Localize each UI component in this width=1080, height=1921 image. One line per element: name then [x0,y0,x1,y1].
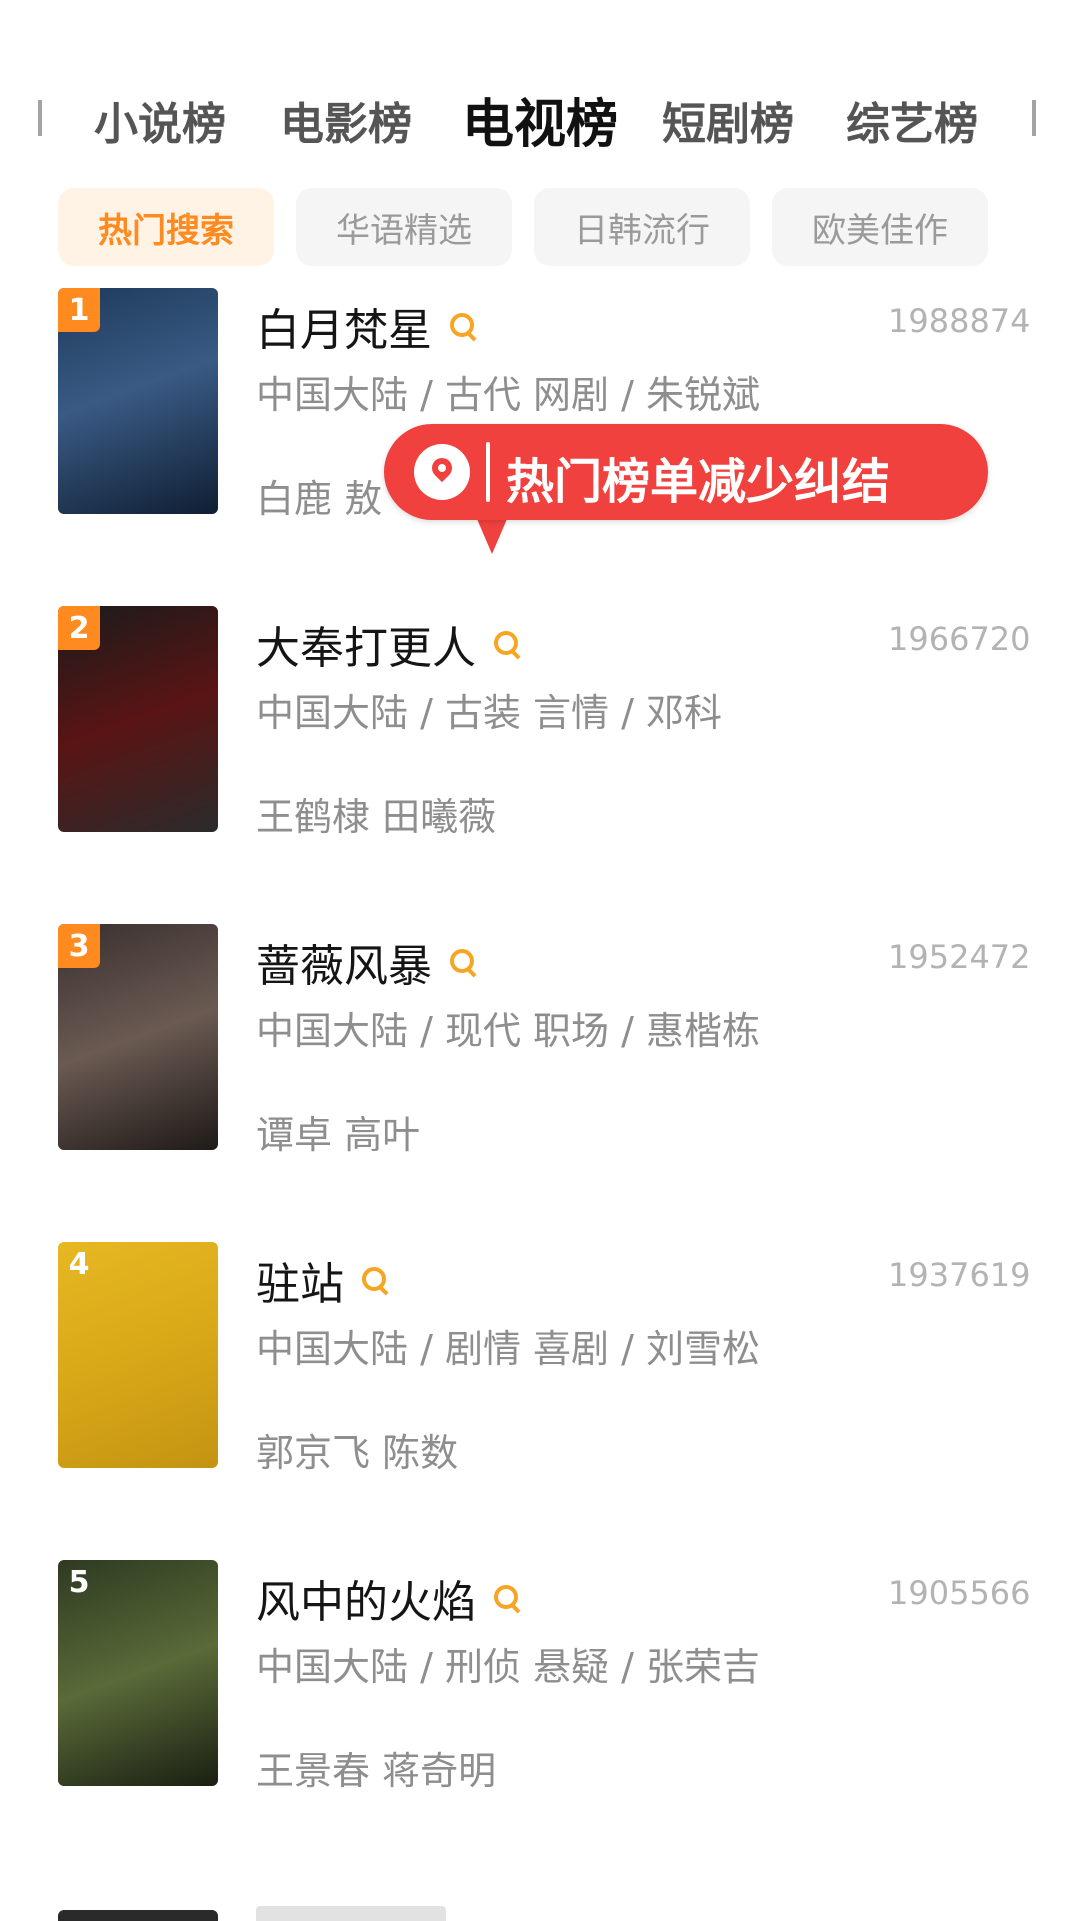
poster-image[interactable]: 3 [58,924,218,1150]
search-icon[interactable] [448,311,478,341]
tab-overflow-right [1032,100,1046,136]
item-title-row: 大奉打更人 [256,612,522,676]
tab-short-drama[interactable]: 短剧榜 [662,88,794,152]
overlay-text: 热门榜单减少纠结 [506,454,891,510]
tab-novel[interactable]: 小说榜 [94,88,226,152]
poster-image[interactable]: 5 [58,1560,218,1786]
item-title-partial [256,1906,446,1921]
item-title[interactable]: 风中的火焰 [256,1566,476,1630]
overlay-divider [486,442,490,502]
rank-badge: 3 [58,924,100,968]
poster-image[interactable]: 4 [58,1242,218,1468]
item-cast: 王景春 蒋奇明 [256,1749,497,1793]
poster-image-partial[interactable] [58,1910,218,1921]
item-title[interactable]: 白月梵星 [256,294,432,358]
item-score: 1905566 [888,1574,1031,1612]
item-title-row: 驻站 [256,1248,390,1312]
tab-movie[interactable]: 电影榜 [280,88,412,152]
item-cast: 郭京飞 陈数 [256,1431,459,1475]
search-icon[interactable] [360,1265,390,1295]
list-item[interactable]: 2 大奉打更人 1966720 中国大陆 / 古装 言情 / 邓科 王鹤棣 田曦… [0,606,1080,906]
item-title[interactable]: 驻站 [256,1248,344,1312]
tab-overflow-left [38,100,52,136]
item-meta: 中国大陆 / 现代 职场 / 惠楷栋 [256,1009,761,1053]
overlay-bubble: 热门榜单减少纠结 [384,424,988,520]
tab-variety[interactable]: 综艺榜 [846,88,978,152]
item-title-row: 风中的火焰 [256,1566,522,1630]
item-score: 1966720 [888,620,1031,658]
item-title[interactable]: 蔷薇风暴 [256,930,432,994]
poster-image[interactable]: 2 [58,606,218,832]
list-item[interactable]: 5 风中的火焰 1905566 中国大陆 / 刑侦 悬疑 / 张荣吉 王景春 蒋… [0,1560,1080,1860]
app-screen: 小说榜 电影榜 电视榜 短剧榜 综艺榜 热门搜索 华语精选 日韩流行 欧美佳作 … [0,0,1080,1921]
search-icon[interactable] [448,947,478,977]
rank-badge: 4 [68,1246,90,1282]
item-cast: 谭卓 高叶 [256,1113,421,1157]
list-item[interactable]: 3 蔷薇风暴 1952472 中国大陆 / 现代 职场 / 惠楷栋 谭卓 高叶 [0,924,1080,1224]
chip-hot-search[interactable]: 热门搜索 [58,188,274,266]
item-score: 1937619 [888,1256,1031,1294]
search-icon[interactable] [492,1583,522,1613]
item-score: 1988874 [888,302,1031,340]
item-meta: 中国大陆 / 剧情 喜剧 / 刘雪松 [256,1327,761,1371]
rank-badge: 2 [58,606,100,650]
chip-jk-popular[interactable]: 日韩流行 [534,188,750,266]
item-title-row: 白月梵星 [256,294,478,358]
category-tabs: 小说榜 电影榜 电视榜 短剧榜 综艺榜 [0,82,1080,158]
tab-tv[interactable]: 电视榜 [462,82,618,157]
item-cast: 王鹤棣 田曦薇 [256,795,497,839]
item-meta: 中国大陆 / 刑侦 悬疑 / 张荣吉 [256,1645,761,1689]
item-title-row: 蔷薇风暴 [256,930,478,994]
item-cast: 白鹿 敖 [256,477,383,521]
item-score: 1952472 [888,938,1031,976]
poster-image[interactable]: 1 [58,288,218,514]
chip-chinese-picks[interactable]: 华语精选 [296,188,512,266]
location-pin-icon [414,444,470,500]
chip-western-picks[interactable]: 欧美佳作 [772,188,988,266]
list-item[interactable]: 4 驻站 1937619 中国大陆 / 剧情 喜剧 / 刘雪松 郭京飞 陈数 [0,1242,1080,1542]
rank-badge: 1 [58,288,100,332]
search-icon[interactable] [492,629,522,659]
rank-badge: 5 [68,1564,90,1600]
item-title[interactable]: 大奉打更人 [256,612,476,676]
item-meta: 中国大陆 / 古装 言情 / 邓科 [256,691,723,735]
item-meta: 中国大陆 / 古代 网剧 / 朱锐斌 [256,373,761,417]
